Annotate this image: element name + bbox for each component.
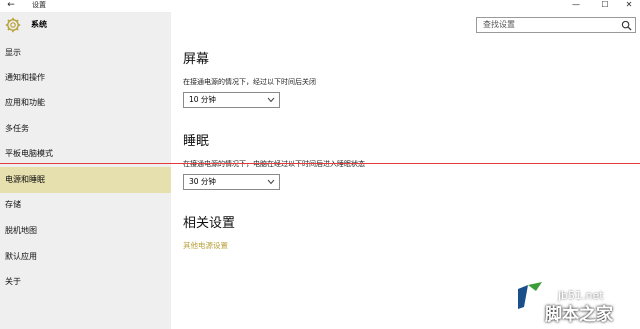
additional-power-settings-link[interactable]: 其他电源设置 bbox=[183, 241, 228, 251]
sidebar-item-display[interactable]: 显示 bbox=[0, 40, 171, 66]
screen-description: 在接通电源的情况下，经过以下时间后关闭 bbox=[183, 78, 316, 86]
sidebar-item-default-apps[interactable]: 默认应用 bbox=[0, 244, 171, 270]
screen-timeout-dropdown[interactable]: 10 分钟 bbox=[183, 92, 280, 108]
sidebar-item-power-sleep[interactable]: 电源和睡眠 bbox=[0, 167, 171, 193]
sleep-section-title: 睡眠 bbox=[183, 134, 210, 149]
back-button[interactable]: ← bbox=[4, 0, 18, 12]
annotation-line bbox=[0, 163, 640, 164]
chevron-down-icon bbox=[267, 179, 275, 185]
close-button[interactable]: ✕ bbox=[618, 0, 640, 12]
sleep-timeout-value: 30 分钟 bbox=[189, 177, 216, 186]
sleep-timeout-dropdown[interactable]: 30 分钟 bbox=[183, 174, 280, 190]
chevron-down-icon bbox=[267, 97, 275, 103]
sidebar: 系统 显示 通知和操作 应用和功能 多任务 平板电脑模式 电源和睡眠 存储 脱机… bbox=[0, 12, 171, 329]
gear-icon bbox=[5, 17, 21, 33]
screen-section-title: 屏幕 bbox=[183, 52, 210, 67]
watermark-site: jb51.net bbox=[558, 289, 604, 302]
sidebar-item-apps[interactable]: 应用和功能 bbox=[0, 90, 171, 116]
sidebar-item-multitasking[interactable]: 多任务 bbox=[0, 116, 171, 142]
sidebar-item-notifications[interactable]: 通知和操作 bbox=[0, 65, 171, 91]
related-settings-title: 相关设置 bbox=[183, 216, 236, 231]
watermark-brand: 脚本之家 bbox=[545, 305, 613, 325]
maximize-button[interactable]: ☐ bbox=[594, 0, 616, 12]
section-header: 系统 bbox=[0, 12, 171, 40]
sleep-description: 在接通电源的情况下，电脑在经过以下时间后进入睡眠状态 bbox=[183, 160, 365, 168]
minimize-button[interactable]: — bbox=[565, 0, 587, 12]
sidebar-item-about[interactable]: 关于 bbox=[0, 269, 171, 295]
section-title: 系统 bbox=[31, 20, 47, 29]
title-bar: ← 设置 — ☐ ✕ bbox=[0, 0, 640, 12]
sidebar-item-storage[interactable]: 存储 bbox=[0, 192, 171, 218]
window-title: 设置 bbox=[32, 1, 46, 9]
screen-timeout-value: 10 分钟 bbox=[189, 95, 216, 104]
sidebar-item-offline-maps[interactable]: 脱机地图 bbox=[0, 218, 171, 244]
